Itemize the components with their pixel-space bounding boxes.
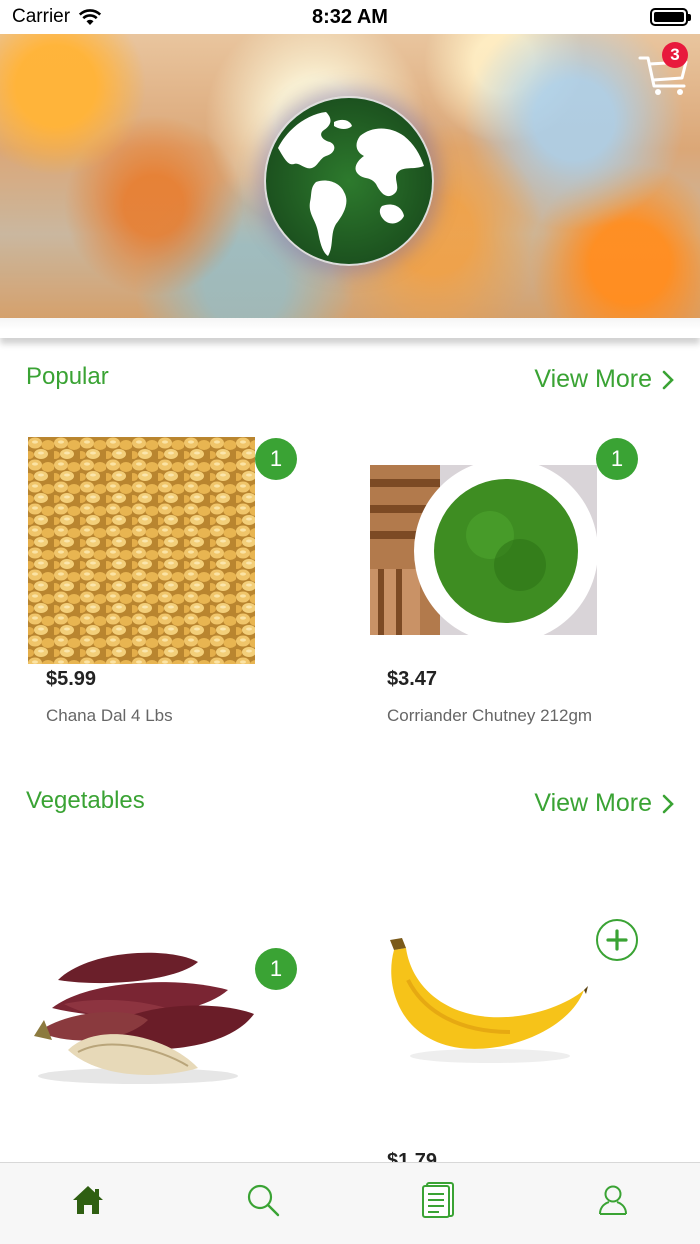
- section-title: Popular: [26, 363, 109, 390]
- section-title: Vegetables: [26, 787, 145, 814]
- home-icon: [72, 1185, 103, 1214]
- product-name: Corriander Chutney 212gm: [387, 706, 593, 725]
- section-header-vegetables: Vegetables View More: [0, 787, 700, 827]
- product-price: $3.47: [387, 668, 438, 690]
- quantity-badge[interactable]: 1: [596, 438, 638, 480]
- battery-icon: [650, 8, 691, 26]
- cart-count-badge[interactable]: 3: [662, 42, 688, 68]
- profile-icon: [598, 1185, 627, 1215]
- tab-search[interactable]: [175, 1163, 350, 1244]
- status-time: 8:32 AM: [312, 5, 388, 28]
- orders-icon: [421, 1181, 454, 1218]
- chevron-right-icon: [662, 794, 674, 813]
- add-to-cart-button[interactable]: [596, 919, 638, 961]
- quantity-badge[interactable]: 1: [255, 948, 297, 990]
- carrier-label: Carrier: [12, 6, 71, 27]
- tab-orders[interactable]: [350, 1163, 525, 1244]
- section-header-popular: Popular View More: [0, 363, 700, 403]
- tab-bar: [0, 1162, 700, 1244]
- view-more-label: View More: [534, 365, 652, 393]
- chutney-image[interactable]: [370, 465, 597, 635]
- status-bar: Carrier 8:32 AM: [0, 0, 700, 34]
- product-name: Chana Dal 4 Lbs: [46, 706, 173, 725]
- globe-logo: [264, 96, 434, 266]
- quantity-badge[interactable]: 1: [255, 438, 297, 480]
- view-more-link[interactable]: View More: [534, 789, 674, 818]
- view-more-link[interactable]: View More: [534, 365, 674, 394]
- plus-icon: [606, 929, 628, 951]
- banana-flower-image[interactable]: [28, 940, 258, 1090]
- hero-divider: [0, 318, 700, 338]
- app-screen: Carrier 8:32 AM 3 Popular View More 1 $5…: [0, 0, 700, 1244]
- product-price: $5.99: [46, 668, 97, 690]
- search-icon: [247, 1184, 279, 1216]
- view-more-label: View More: [534, 789, 652, 817]
- tab-profile[interactable]: [525, 1163, 700, 1244]
- wifi-icon: [78, 9, 102, 25]
- chana-dal-image[interactable]: [28, 437, 255, 664]
- status-left: Carrier: [12, 6, 102, 28]
- chevron-right-icon: [662, 370, 674, 389]
- banana-image[interactable]: [380, 936, 590, 1066]
- tab-home[interactable]: [0, 1163, 175, 1244]
